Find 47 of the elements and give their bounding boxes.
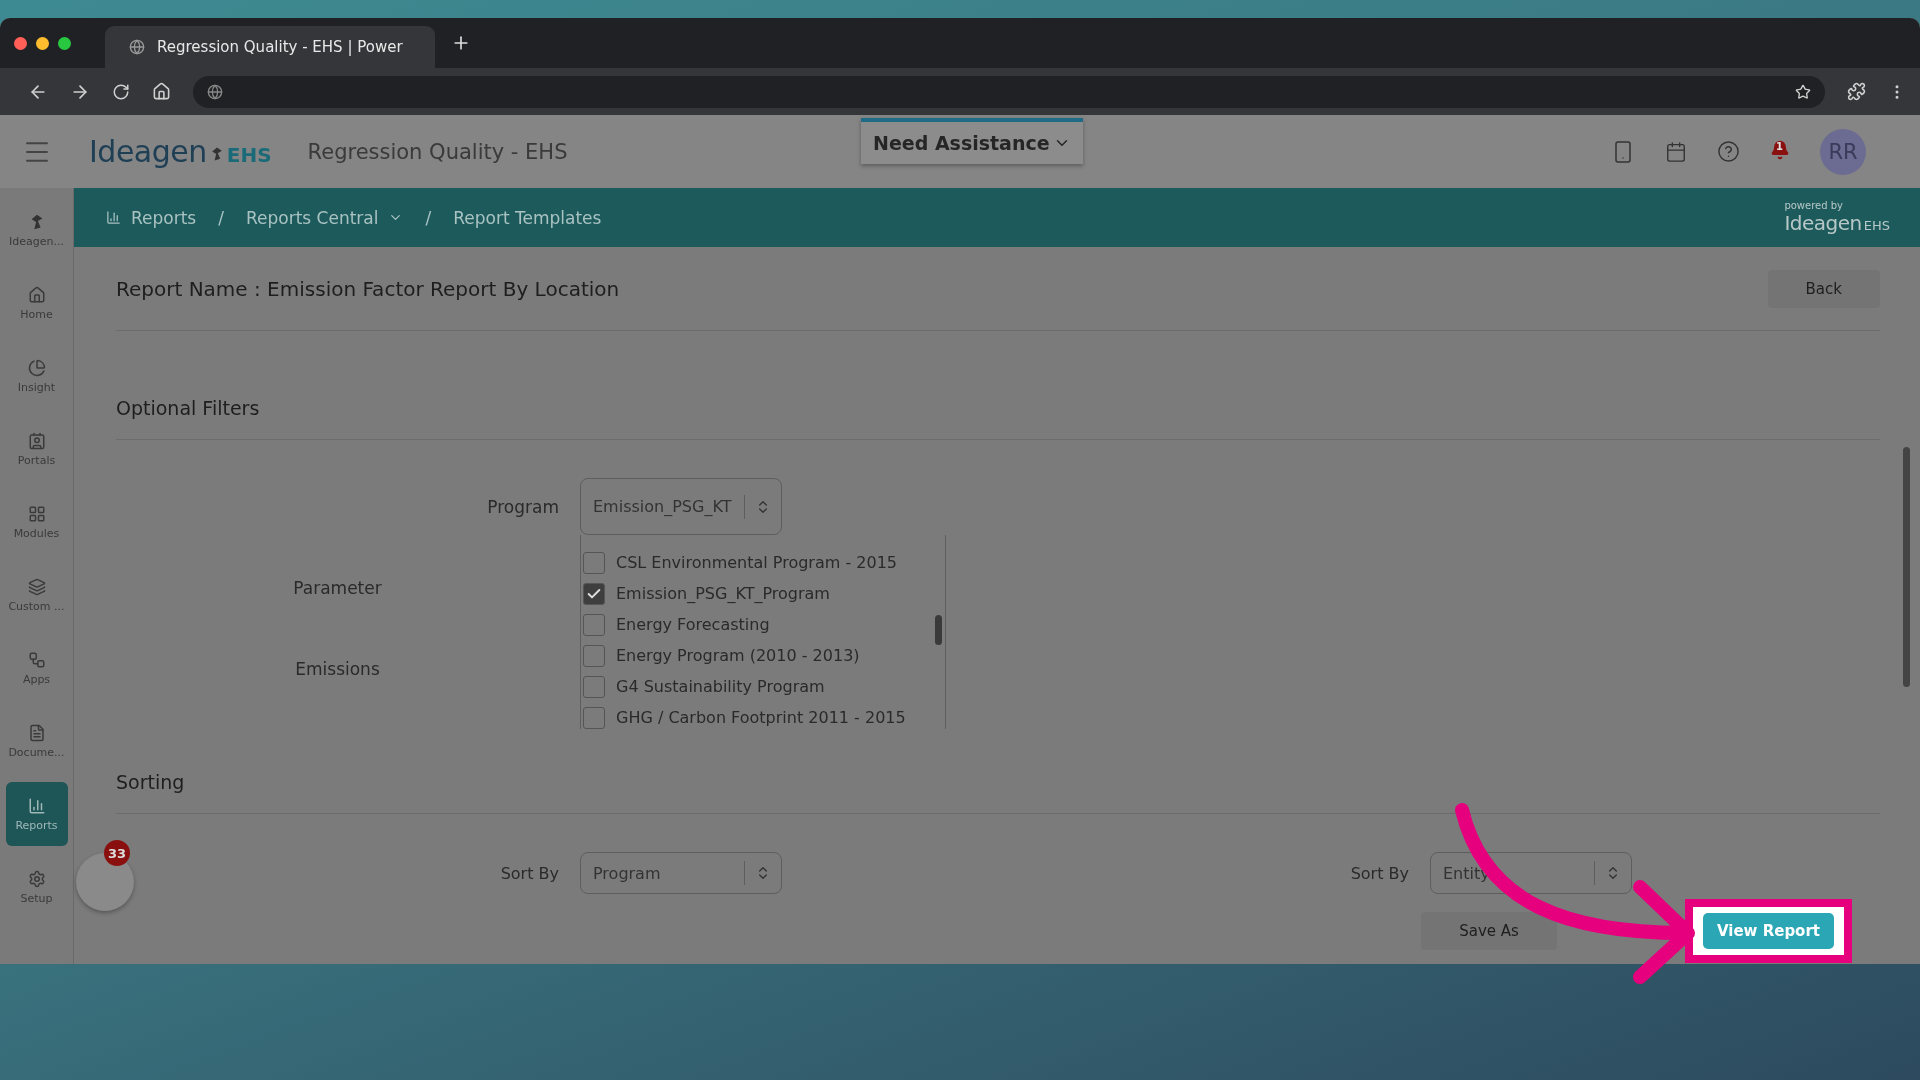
browser-tab[interactable]: Regression Quality - EHS | Power (105, 26, 435, 68)
field-label: Sort By (500, 863, 559, 883)
powered-by-caption: powered by (1784, 200, 1844, 211)
field-label: Emissions (295, 659, 380, 679)
sidebar-item[interactable]: Home (5, 271, 68, 335)
section-heading: Sorting (116, 729, 1880, 814)
sidebar-item[interactable]: Setup (5, 855, 68, 919)
logo-suffix: EHS (226, 143, 272, 167)
sidebar-item[interactable]: Reports (5, 782, 68, 846)
logo-suffix: EHS (1863, 218, 1890, 233)
view-report-button[interactable]: View Report (1702, 912, 1834, 949)
app-title: Regression Quality - EHS (307, 139, 568, 164)
logo-text: Ideagen (1784, 211, 1862, 235)
back-button[interactable]: Back (1767, 269, 1880, 308)
user-avatar[interactable]: RR (1820, 128, 1866, 175)
option-label: Energy Forecasting (616, 615, 770, 634)
field-label: Sort By (1350, 863, 1409, 883)
sidebar-item[interactable]: Apps (5, 636, 68, 700)
sidebar-item[interactable]: Ideagen... (5, 198, 68, 262)
breadcrumb-separator: / (218, 207, 224, 228)
breadcrumb-link[interactable]: Reports (106, 207, 197, 228)
option-label: Emission_PSG_KT_Program (616, 584, 830, 603)
field-label: Parameter (293, 578, 382, 598)
field-label: Program (487, 496, 559, 517)
sidebar-item[interactable]: Portals (5, 417, 68, 481)
breadcrumb-separator: / (425, 207, 432, 228)
report-title: Report Name : Emission Factor Report By Location (116, 276, 620, 301)
option-label: CSL Environmental Program - 2015 (616, 553, 897, 572)
tab-title: Regression Quality - EHS | Power (157, 38, 403, 56)
sidebar-item[interactable]: Insight (5, 344, 68, 408)
dropdown-field[interactable]: Emission_PSG_KT (580, 478, 782, 535)
sidebar-item[interactable]: Custom ... (5, 563, 68, 627)
option-label: Energy Program (2010 - 2013) (616, 646, 860, 665)
save-as-button[interactable]: Save As (1421, 911, 1557, 950)
dropdown-field[interactable]: Entity (1430, 852, 1632, 894)
section-heading: Optional Filters (116, 331, 1880, 440)
breadcrumb-link[interactable]: Reports Central (245, 207, 404, 228)
notification-count: 1 (1776, 140, 1783, 152)
chat-badge: 33 (104, 840, 130, 866)
dropdown-field[interactable]: Program (580, 852, 782, 894)
option-label: GHG / Carbon Footprint 2011 - 2015 (616, 708, 906, 727)
breadcrumb-link[interactable]: Report Templates (453, 207, 602, 228)
sidebar-item[interactable]: Modules (5, 490, 68, 554)
option-label: G4 Sustainability Program (616, 677, 825, 696)
assistance-dropdown[interactable]: Need Assistance (861, 118, 1083, 164)
sidebar-item[interactable]: Docume... (5, 709, 68, 773)
logo-text: Ideagen (89, 134, 207, 169)
